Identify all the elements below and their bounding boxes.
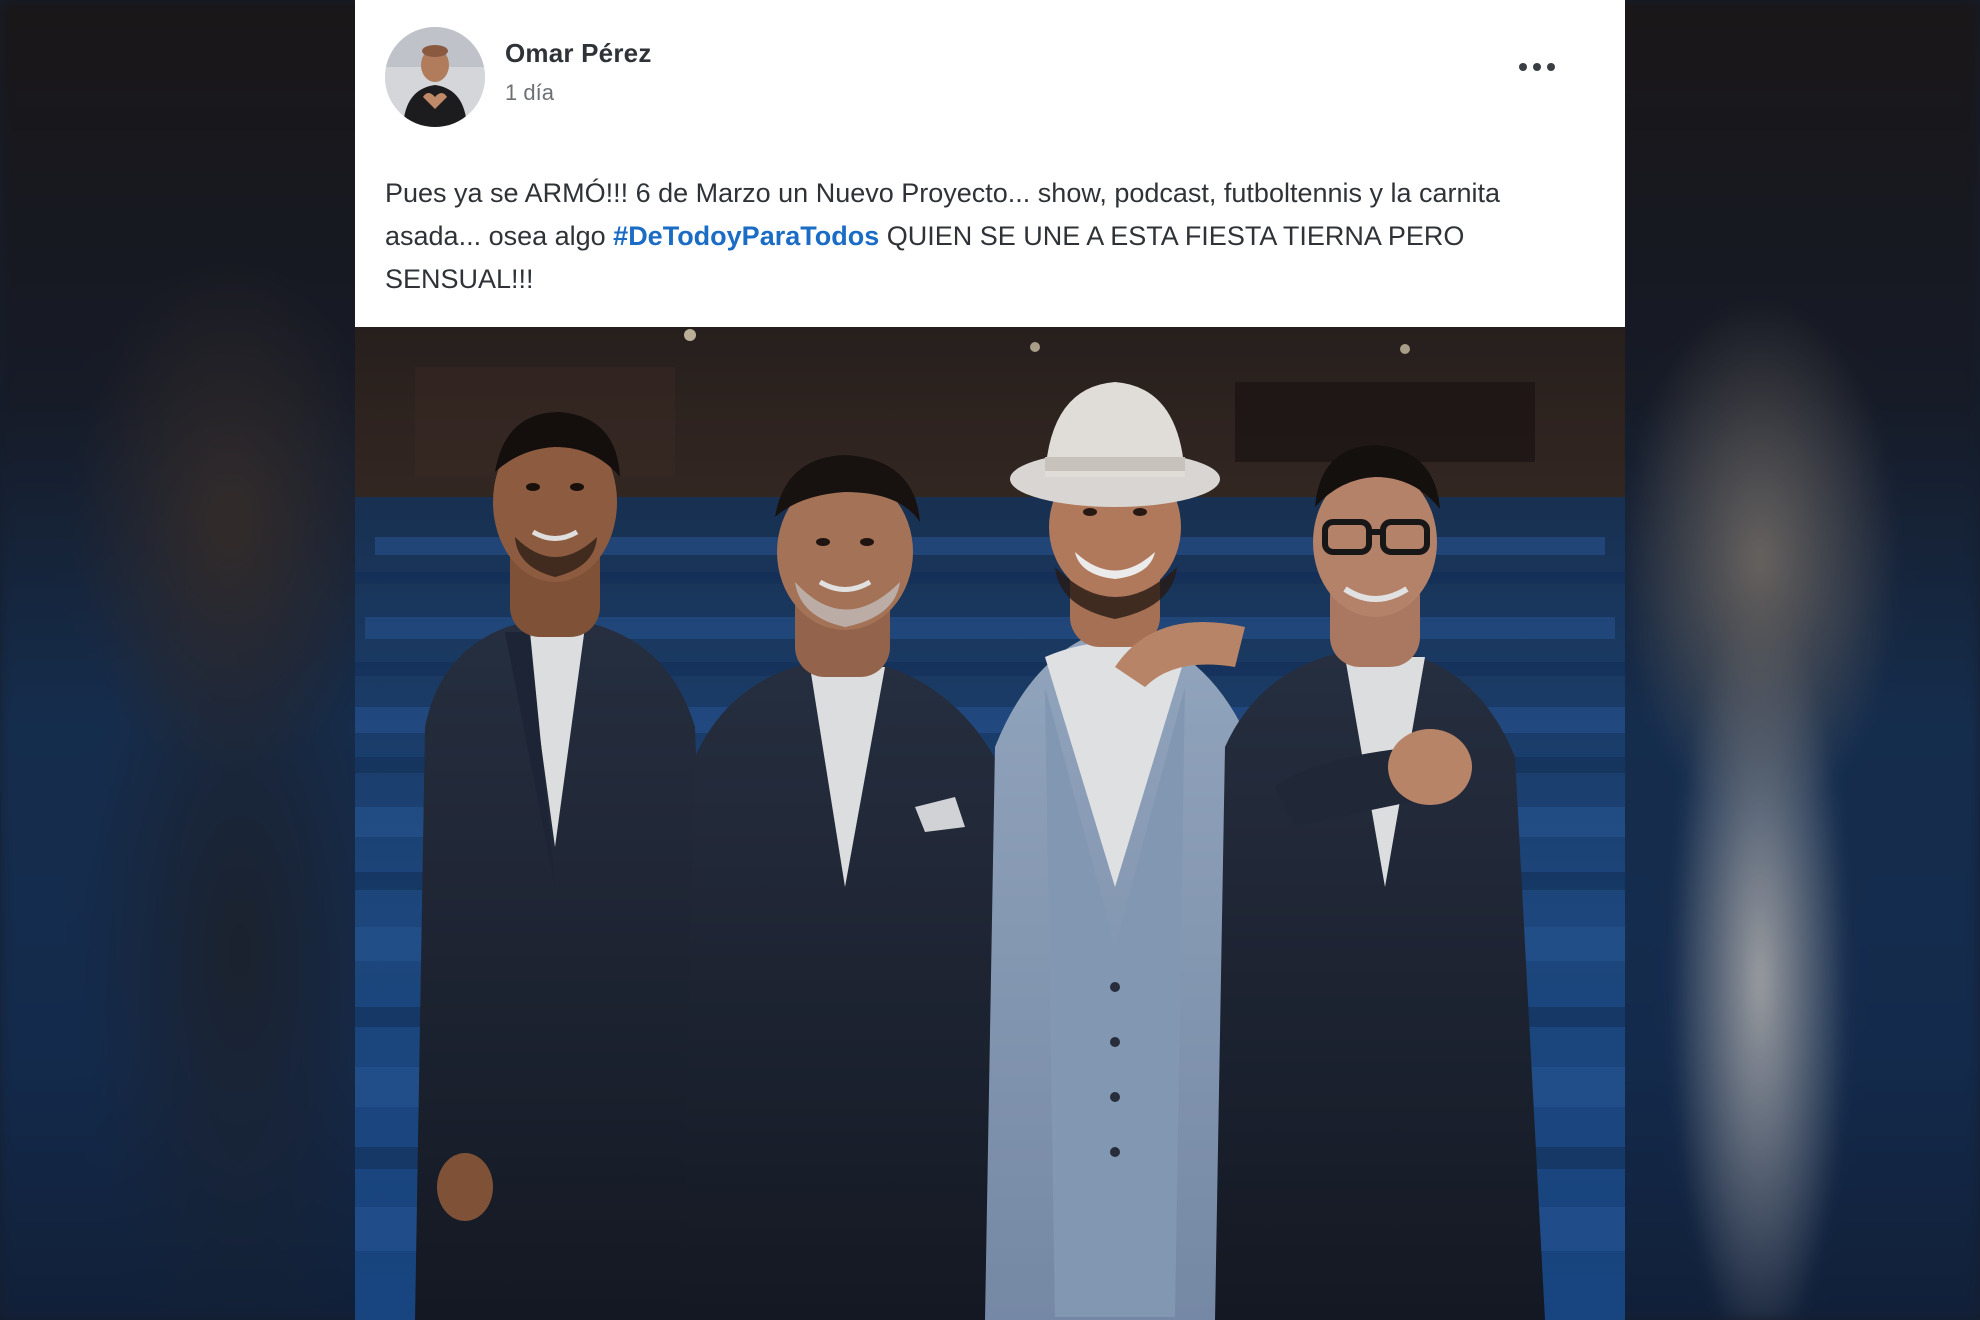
post-photo-image: [355, 327, 1625, 1320]
more-horizontal-icon: [1519, 63, 1555, 71]
social-post-card: Omar Pérez 1 día Pues ya se ARMÓ!!! 6 de…: [355, 0, 1625, 1320]
hashtag-link[interactable]: #DeTodoyParaTodos: [613, 221, 879, 251]
author-name[interactable]: Omar Pérez: [505, 38, 652, 69]
avatar-image: [385, 27, 485, 127]
author-avatar[interactable]: [385, 27, 485, 127]
more-options-button[interactable]: [1505, 45, 1569, 89]
post-header: Omar Pérez 1 día: [355, 0, 1625, 150]
post-text: Pues ya se ARMÓ!!! 6 de Marzo un Nuevo P…: [385, 172, 1585, 301]
four-men-in-theater-photo[interactable]: [355, 327, 1625, 1320]
post-timestamp[interactable]: 1 día: [505, 80, 554, 106]
